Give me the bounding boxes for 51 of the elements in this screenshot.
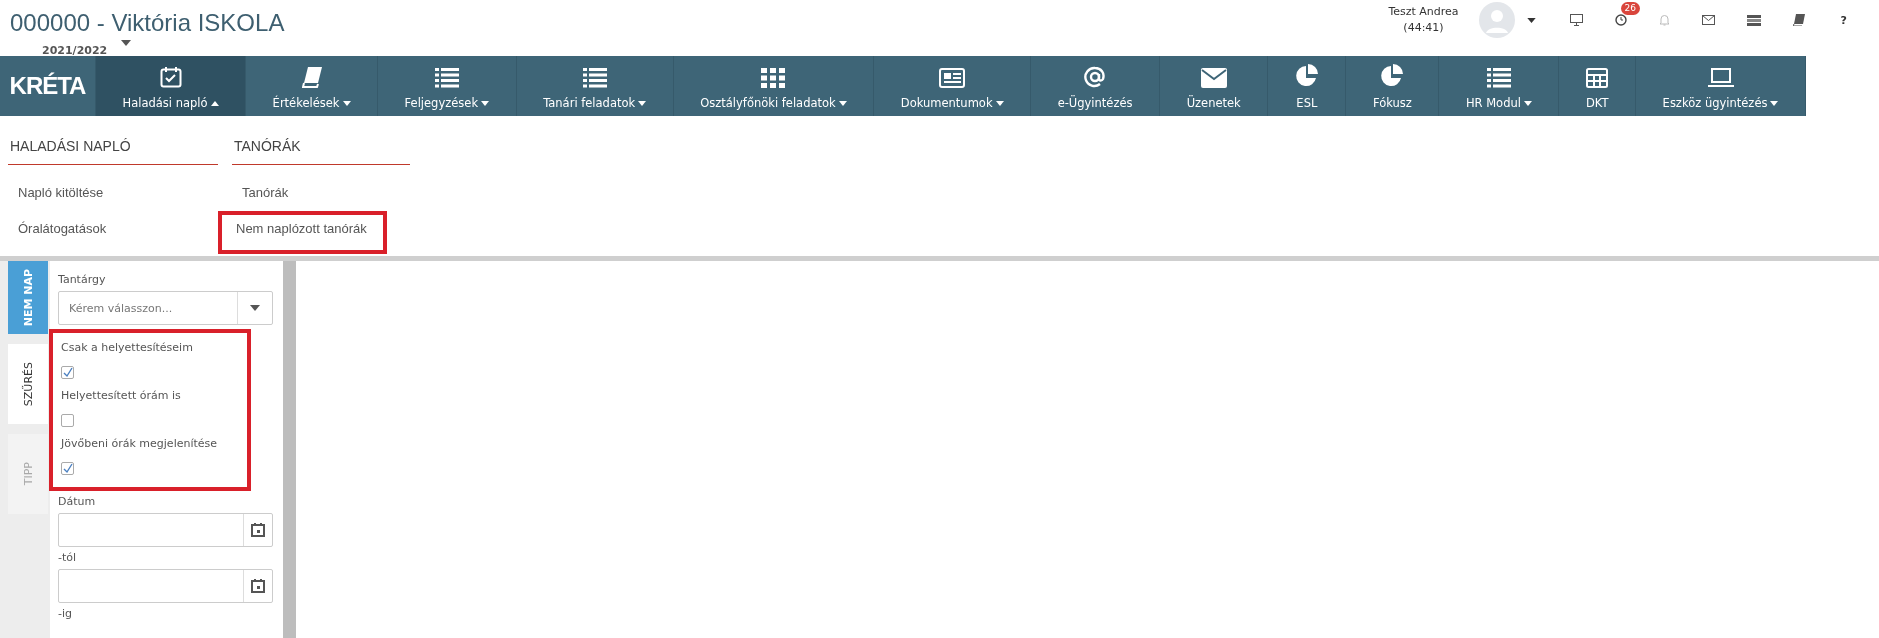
grid-icon [761,68,786,88]
caret-icon [250,305,260,311]
list-icon [582,68,607,88]
school-year: 2021/2022 [42,44,108,57]
checkbox[interactable] [61,462,74,475]
at-sign-icon [1084,66,1107,88]
caret-icon[interactable] [121,40,132,46]
side-tab[interactable]: SZŰRÉS [8,344,48,424]
checkbox[interactable] [61,414,74,427]
help-link[interactable]: ? [1840,13,1847,27]
clock-icon[interactable] [1614,14,1627,26]
menu-item[interactable]: Óralátogatások [4,211,121,247]
session-timer: (44:41) [1403,20,1444,36]
pie-chart-icon [1294,64,1319,88]
menu-item[interactable]: Nem naplózott tanórák [218,211,387,254]
table-icon [1586,68,1609,88]
nav-tab[interactable]: Haladási napló [96,56,247,116]
field-label: -tól [58,550,78,566]
field-label: -ig [58,606,73,622]
menu-item[interactable]: Napló kitöltése [4,175,118,211]
checkbox-label: Helyettesített órám is [61,388,181,404]
envelope-icon [1200,68,1227,88]
laptop-icon [1707,68,1734,88]
book-icon [301,66,322,88]
subject-dropdown[interactable]: Kérem válasszon... [58,291,273,325]
caret-icon[interactable] [1526,17,1536,23]
monitor-icon[interactable] [1569,14,1583,26]
list-icon [434,68,459,88]
list-icon [1486,68,1511,88]
menu-heading: HALADÁSI NAPLÓ [8,116,218,165]
calendar-icon [251,579,265,593]
date-field[interactable] [58,569,273,603]
date-field[interactable] [58,513,273,547]
checkbox-label: Jövőbeni órák megjelenítése [61,436,218,452]
checkbox-label: Csak a helyettesítéseim [61,340,193,356]
user-name: Teszt Andrea [1388,4,1459,20]
newspaper-icon [939,68,966,88]
server-icon[interactable] [1746,14,1761,26]
calendar-icon [159,66,182,88]
pie-chart-icon [1380,64,1405,88]
mail-icon[interactable] [1701,15,1715,25]
checkbox[interactable] [61,366,74,379]
field-label: Tantárgy [58,272,107,288]
book-icon[interactable] [1792,14,1805,26]
scrollbar[interactable] [283,261,296,638]
calendar-icon [251,523,265,537]
menu-item[interactable]: Tanórák [228,175,303,211]
notification-badge: 26 [1620,2,1641,15]
field-label: Dátum [58,494,97,510]
menu-heading: TANÓRÁK [232,116,410,165]
school-title: 000000 - Viktória ISKOLA [10,8,285,38]
